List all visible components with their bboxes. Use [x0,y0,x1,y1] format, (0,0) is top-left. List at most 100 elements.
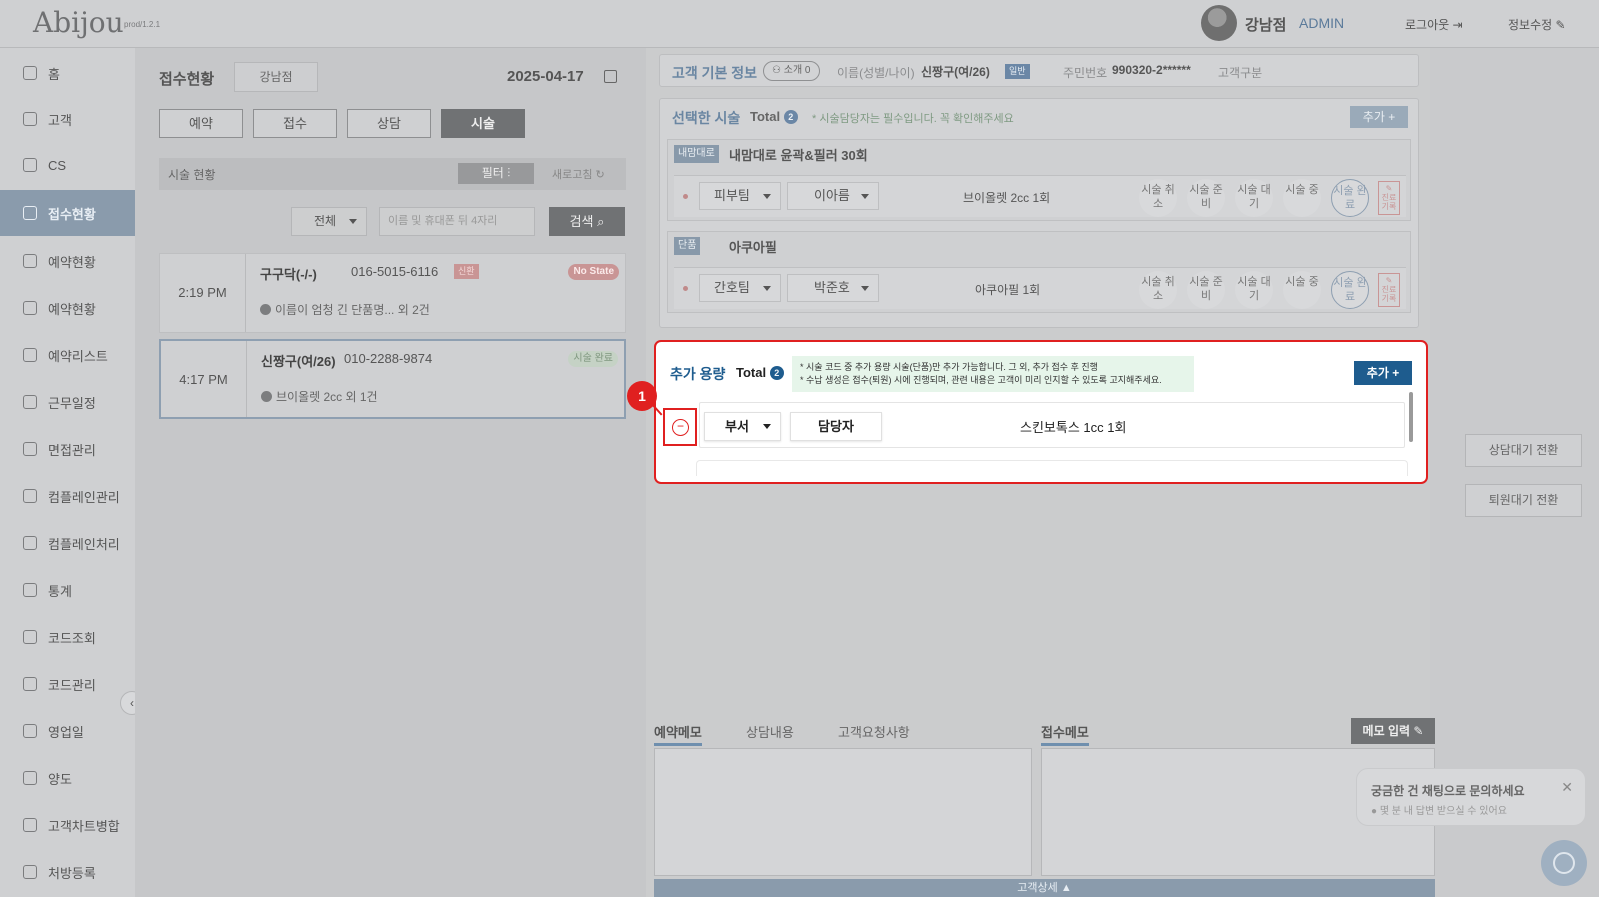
search-button[interactable]: 검색 ⌕ [549,207,625,236]
procedure-block: 단품 아쿠아필 간호팀 박준호 아쿠아필 1회 시술 취소 시술 준비 시술 대… [667,231,1411,313]
memo-input-button[interactable]: 메모 입력 ✎ [1351,718,1435,744]
tab-reservation[interactable]: 예약 [159,109,243,138]
procedure-status-bar: 시술 현황 필터 ⫶ 새로고침 ↻ [159,158,626,190]
sidebar-item-cs[interactable]: CS [0,142,135,188]
card-time: 2:19 PM [160,254,246,332]
status-in-progress-button[interactable]: 시술 중 [1283,179,1321,217]
reception-card[interactable]: 2:19 PM 구구닥(-/-) 016-5015-6116 신환 No Sta… [159,253,626,333]
procedure-name: 아쿠아필 [729,240,777,255]
dept-select[interactable]: 피부팀 [699,182,781,210]
smile-icon [23,536,37,550]
tab-consult-content[interactable]: 상담내용 [746,722,794,741]
status-complete-button[interactable]: 시술 완료 [1331,179,1369,217]
status-wait-button[interactable]: 시술 대기 [1235,271,1273,309]
tab-customer-request[interactable]: 고객요청사항 [838,722,910,741]
status-prepare-button[interactable]: 시술 준비 [1187,179,1225,217]
sidebar-item-interview[interactable]: 면접관리 [0,426,135,472]
dept-select[interactable]: 간호팀 [699,274,781,302]
selected-procedures-title: 선택한 시술 [672,110,741,126]
sidebar-item-reservation-status[interactable]: 예약현황 [0,238,135,284]
step-badge: 1 [627,381,657,411]
calendar-icon [23,301,37,315]
close-icon[interactable]: ✕ [1561,779,1573,796]
logout-link[interactable]: 로그아웃 ⇥ [1405,16,1463,33]
reservation-memo-area[interactable] [654,748,1032,876]
refresh-button[interactable]: 새로고침 ↻ [552,166,605,182]
filter-button[interactable]: 필터 ⫶ [458,163,534,184]
user-role: ADMIN [1299,15,1345,31]
tab-reception-memo[interactable]: 접수메모 [1041,722,1089,746]
customer-detail-bar[interactable]: 고객상세 ▲ [654,879,1435,897]
status-complete-button[interactable]: 시술 완료 [1331,271,1369,309]
sidebar-item-customer[interactable]: 고객 [0,96,135,142]
cs-icon [23,158,37,172]
total-count: Total 2 [736,365,784,380]
sidebar-item-work-schedule[interactable]: 근무일정 [0,379,135,425]
chat-button[interactable] [1541,840,1587,886]
edit-info-link[interactable]: 정보수정 ✎ [1508,16,1566,33]
status-badge: No State [568,264,619,280]
customer-info: 고객 기본 정보 ⚇ 소개 0 이름(성별/나이) 신짱구(여/26) 일반 주… [659,54,1419,87]
additional-dosage-panel: 추가 용량 Total 2 * 시술 코드 중 추가 용량 시술(단품)만 추가… [654,340,1428,484]
sidebar-item-chart-merge[interactable]: 고객차트병합 [0,802,135,848]
search-input[interactable]: 이름 및 휴대폰 뒤 4자리 [379,207,535,236]
sidebar-item-complaint-manage[interactable]: 컴플레인관리 [0,473,135,519]
card-phone: 010-2288-9874 [344,351,433,366]
sidebar-item-prescription[interactable]: 처방등록 [0,849,135,895]
avatar [1201,5,1237,41]
sidebar-item-code-view[interactable]: 코드조회 [0,614,135,660]
tab-reservation-memo[interactable]: 예약메모 [654,722,702,746]
name-label: 이름(성별/나이) [837,66,915,80]
medical-record-button[interactable]: ✎ 진료 기록 [1378,273,1400,307]
status-in-progress-button[interactable]: 시술 중 [1283,271,1321,309]
reception-card-selected[interactable]: 4:17 PM 신짱구(여/26) 010-2288-9874 시술 완료 브이… [159,339,626,419]
sidebar-item-business-day[interactable]: 영업일 [0,708,135,754]
sidebar-item-home[interactable]: 홈 [0,50,135,96]
users-icon [23,112,37,126]
status-wait-button[interactable]: 시술 대기 [1235,179,1273,217]
tab-reception[interactable]: 접수 [253,109,337,138]
prescription-icon [23,865,37,879]
remove-icon[interactable]: − [672,419,689,436]
consult-wait-button[interactable]: 상담대기 전환 [1465,434,1582,467]
status-prepare-button[interactable]: 시술 준비 [1187,271,1225,309]
sidebar-item-complaint-process[interactable]: 컴플레인처리 [0,520,135,566]
calendar-icon[interactable] [604,70,617,83]
chat-popup[interactable]: 궁금한 건 채팅으로 문의하세요 ● 몇 분 내 답변 받으실 수 있어요 ✕ [1356,768,1586,826]
chat-message: 궁금한 건 채팅으로 문의하세요 [1371,784,1525,798]
sidebar-item-transfer[interactable]: 양도 [0,755,135,801]
tab-consult[interactable]: 상담 [347,109,431,138]
grade-badge: 일반 [1005,64,1030,79]
tab-procedure[interactable]: 시술 [441,109,525,138]
logo[interactable]: Abijou [33,6,124,39]
add-procedure-button[interactable]: 추가 + [1350,106,1408,128]
rrn-label: 주민번호 [1063,66,1108,80]
selected-procedures: 선택한 시술 Total 2 * 시술담당자는 필수입니다. 꼭 확인해주세요 … [659,98,1419,328]
chat-sub: ● 몇 분 내 답변 받으실 수 있어요 [1371,806,1507,817]
staff-select[interactable]: 박준호 [787,274,879,302]
branch-select[interactable]: 강남점 [234,62,318,92]
status-badge: 시술 완료 [568,351,618,367]
dept-select[interactable]: 부서 [704,412,781,441]
sidebar-item-reception[interactable]: 접수현황 [0,190,135,236]
referral-pill[interactable]: ⚇ 소개 0 [763,61,820,81]
add-dosage-button[interactable]: 추가 + [1354,361,1412,385]
edit-icon: ✎ [1555,18,1566,32]
status-cancel-button[interactable]: 시술 취소 [1139,179,1177,217]
leave-wait-button[interactable]: 퇴원대기 전환 [1465,484,1582,517]
status-cancel-button[interactable]: 시술 취소 [1139,271,1177,309]
sidebar-item-code-manage[interactable]: 코드관리 [0,661,135,707]
staff-select[interactable]: 이아름 [787,182,879,210]
sidebar-item-stats[interactable]: 통계 [0,567,135,613]
type-label: 고객구분 [1218,66,1263,80]
medical-record-button[interactable]: ✎ 진료 기록 [1378,181,1400,215]
user-branch: 강남점 [1245,17,1287,34]
chevron-down-icon [763,424,771,429]
filter-icon: ⫶ [507,166,511,180]
staff-select[interactable]: 담당자 [790,412,882,441]
sidebar-item-reservation-status-2[interactable]: 예약현황 [0,285,135,331]
sidebar-item-reservation-list[interactable]: 예약리스트 [0,332,135,378]
scrollbar[interactable] [1409,392,1413,442]
chart-icon [23,583,37,597]
status-select[interactable]: 전체 [291,207,367,236]
